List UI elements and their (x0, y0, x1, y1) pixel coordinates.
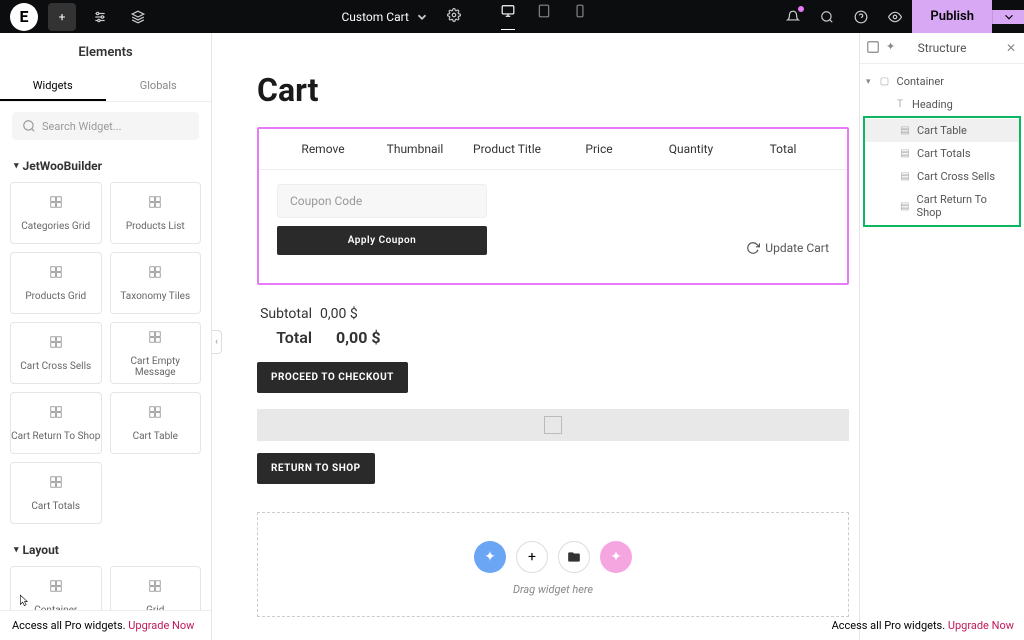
page-settings-icon[interactable] (447, 8, 461, 25)
device-mobile-icon[interactable] (573, 4, 587, 30)
navigator-icon[interactable] (866, 40, 880, 57)
sidebar-right: ✦ Structure ✕ ▾ ▢ Container THeading ▤Ca… (859, 33, 1024, 640)
tree-container[interactable]: ▾ ▢ Container (860, 70, 1024, 93)
upgrade-link[interactable]: Upgrade Now (128, 619, 194, 632)
structure-title: Structure (918, 41, 967, 55)
subtotal-value: 0,00 $ (320, 306, 358, 322)
return-to-shop-button[interactable]: RETURN TO SHOP (257, 453, 375, 484)
sidebar-collapse-handle[interactable]: ‹ (212, 330, 222, 354)
upgrade-link-right[interactable]: Upgrade Now (948, 619, 1014, 632)
coupon-input[interactable]: Coupon Code (277, 184, 487, 218)
dz-folder-button[interactable] (558, 541, 590, 573)
device-desktop-icon[interactable] (501, 4, 515, 30)
ai-icon[interactable]: ✦ (886, 40, 895, 57)
checkout-button[interactable]: PROCEED TO CHECKOUT (257, 362, 408, 393)
col-thumbnail: Thumbnail (369, 142, 461, 156)
publish-button[interactable]: Publish (912, 0, 992, 33)
total-label: Total (257, 328, 312, 347)
notifications-icon[interactable] (776, 0, 810, 33)
tree-cart-table[interactable]: ▤Cart Table (865, 119, 1019, 142)
upgrade-footer-left: Access all Pro widgets. Upgrade Now (0, 610, 211, 640)
total-value: 0,00 $ (336, 328, 381, 347)
topbar: E + Custom Cart Publish (0, 0, 1024, 33)
add-element-button[interactable]: + (48, 3, 76, 31)
device-tablet-icon[interactable] (537, 4, 551, 30)
close-structure-icon[interactable]: ✕ (1006, 41, 1016, 55)
widget-products-list[interactable]: Products List (110, 182, 202, 244)
cart-table-widget[interactable]: Remove Thumbnail Product Title Price Qua… (257, 127, 849, 285)
section-jetwoobuilder[interactable]: ▾JetWooBuilder (0, 150, 211, 182)
dz-add-button[interactable]: + (516, 541, 548, 573)
widget-cart-totals[interactable]: Cart Totals (10, 462, 102, 524)
col-total: Total (737, 142, 829, 156)
upgrade-footer-right: Access all Pro widgets. Upgrade Now (822, 611, 1024, 640)
widget-cart-return-to-shop[interactable]: Cart Return To Shop (10, 392, 102, 454)
layers-icon[interactable] (124, 3, 152, 31)
page-name-dropdown[interactable]: Custom Cart (341, 10, 428, 24)
widget-cart-table[interactable]: Cart Table (110, 392, 202, 454)
canvas: Cart Remove Thumbnail Product Title Pric… (212, 33, 859, 640)
tree-highlight: ▤Cart Table ▤Cart Totals ▤Cart Cross Sel… (863, 116, 1021, 227)
widget-taxonomy-tiles[interactable]: Taxonomy Tiles (110, 252, 202, 314)
page-title: Cart (257, 71, 849, 109)
tree-cross-sells[interactable]: ▤Cart Cross Sells (865, 165, 1019, 188)
widget-categories-grid[interactable]: Categories Grid (10, 182, 102, 244)
col-remove: Remove (277, 142, 369, 156)
drop-zone-label: Drag widget here (258, 583, 848, 596)
tab-widgets[interactable]: Widgets (0, 72, 106, 101)
col-price: Price (553, 142, 645, 156)
tab-globals[interactable]: Globals (106, 72, 212, 101)
help-icon[interactable] (844, 0, 878, 33)
cross-sells-placeholder[interactable] (257, 409, 849, 441)
tree-cart-totals[interactable]: ▤Cart Totals (865, 142, 1019, 165)
sidebar-title: Elements (0, 33, 211, 72)
publish-dropdown[interactable] (992, 10, 1024, 24)
drop-zone[interactable]: ✦ + ✦ Drag widget here (257, 512, 849, 617)
search-input[interactable]: Search Widget... (12, 112, 199, 140)
search-icon[interactable] (810, 0, 844, 33)
col-quantity: Quantity (645, 142, 737, 156)
widget-cart-empty-message[interactable]: Cart Empty Message (110, 322, 202, 384)
update-cart-button[interactable]: Update Cart (746, 241, 829, 255)
col-product-title: Product Title (461, 142, 553, 156)
dz-sparkle-button[interactable]: ✦ (600, 541, 632, 573)
sidebar-left: Elements Widgets Globals Search Widget..… (0, 33, 212, 640)
subtotal-label: Subtotal (257, 306, 312, 322)
cursor-icon (18, 594, 32, 608)
settings-icon[interactable] (86, 3, 114, 31)
elementor-logo[interactable]: E (10, 3, 38, 31)
widget-products-grid[interactable]: Products Grid (10, 252, 102, 314)
apply-coupon-button[interactable]: Apply Coupon (277, 226, 487, 255)
tree-heading[interactable]: THeading (860, 93, 1024, 116)
tree-return-to-shop[interactable]: ▤Cart Return To Shop (865, 188, 1019, 224)
preview-icon[interactable] (878, 0, 912, 33)
widget-cart-cross-sells[interactable]: Cart Cross Sells (10, 322, 102, 384)
dz-magic-button[interactable]: ✦ (474, 541, 506, 573)
section-layout[interactable]: ▾Layout (0, 534, 211, 566)
